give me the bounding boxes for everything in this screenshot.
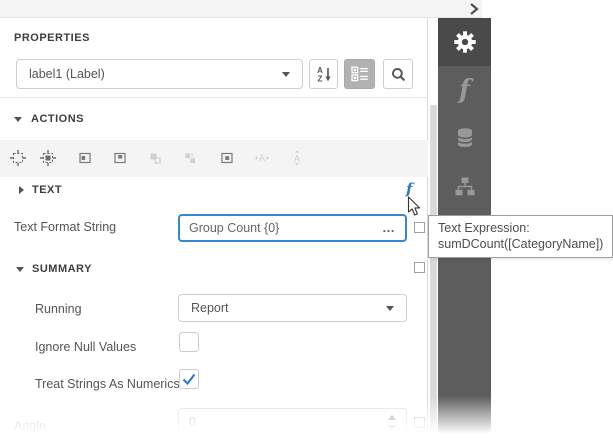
angle-value: 0	[189, 415, 388, 429]
sort-az-icon: A Z	[315, 65, 333, 83]
collapse-panel-button[interactable]	[466, 2, 482, 16]
center-vertically-icon: A	[289, 150, 305, 166]
bring-to-front-icon	[147, 150, 163, 166]
text-section-label: TEXT	[32, 184, 62, 196]
sidebar-item-expressions[interactable]: f	[438, 66, 491, 114]
svg-text:A: A	[259, 153, 265, 163]
summary-section-label: SUMMARY	[32, 263, 92, 275]
center-horizontally-button: A	[254, 150, 270, 166]
collapse-triangle-icon	[14, 117, 22, 122]
hierarchy-icon	[455, 177, 475, 196]
fit-bounds-to-container-icon	[40, 150, 56, 166]
center-in-container-button[interactable]	[219, 150, 235, 166]
angle-input[interactable]: 0	[178, 408, 407, 436]
angle-spinner[interactable]	[388, 415, 396, 430]
properties-panel: PROPERTIES label1 (Label) A Z	[0, 18, 428, 442]
control-selector-value: label1 (Label)	[29, 67, 282, 81]
report-designer-properties-panel: PROPERTIES label1 (Label) A Z	[0, 0, 613, 442]
search-icon	[390, 66, 407, 83]
sidebar-item-field-list[interactable]	[438, 114, 491, 162]
treat-strings-as-numerics-checkbox[interactable]	[179, 369, 199, 389]
center-vertically-button: A	[289, 150, 305, 166]
running-value: Report	[191, 301, 386, 315]
mouse-cursor	[407, 196, 422, 222]
divider	[0, 97, 428, 98]
sidebar-item-properties[interactable]	[438, 18, 491, 66]
panel-title: PROPERTIES	[14, 32, 90, 44]
arrow-cursor-icon	[407, 196, 422, 217]
running-label: Running	[35, 302, 82, 316]
align-left-button[interactable]	[77, 150, 93, 166]
summary-section-checkbox[interactable]	[414, 262, 425, 273]
send-to-back-button	[182, 150, 198, 166]
chevron-down-icon	[282, 72, 290, 77]
text-section-header[interactable]: TEXT	[19, 184, 62, 196]
expression-tooltip: Text Expression: sumDCount([CategoryName…	[428, 215, 613, 258]
running-dropdown[interactable]: Report	[178, 294, 407, 322]
send-to-back-icon	[182, 150, 198, 166]
align-left-icon	[77, 150, 93, 166]
text-expression-indicator-icon[interactable]: f	[406, 182, 412, 197]
center-in-container-icon	[219, 150, 235, 166]
search-properties-button[interactable]	[383, 59, 413, 89]
bring-to-front-button	[147, 150, 163, 166]
fit-bounds-to-text-button[interactable]	[10, 150, 26, 166]
ignore-null-values-label: Ignore Null Values	[35, 340, 136, 354]
chevron-right-icon	[466, 2, 482, 16]
function-icon: f	[459, 77, 470, 103]
summary-section-header[interactable]: SUMMARY	[16, 263, 92, 275]
gear-icon	[453, 30, 477, 54]
text-format-string-checkbox[interactable]	[414, 222, 425, 233]
collapse-triangle-icon	[16, 267, 24, 272]
fit-bounds-to-text-icon	[10, 150, 26, 166]
tooltip-line-2: sumDCount([CategoryName])	[438, 236, 603, 252]
tooltip-line-1: Text Expression:	[438, 220, 603, 236]
spinner-up-icon[interactable]	[388, 415, 396, 420]
actions-section-header[interactable]: ACTIONS	[14, 113, 84, 125]
actions-section-label: ACTIONS	[31, 113, 84, 125]
center-horizontally-icon: A	[254, 150, 270, 166]
checkmark-icon	[180, 370, 198, 388]
text-format-string-input[interactable]: Group Count {0} …	[178, 214, 407, 242]
ignore-null-values-checkbox[interactable]	[179, 332, 199, 352]
svg-text:Z: Z	[317, 75, 322, 84]
angle-label: Angle	[14, 419, 46, 433]
spinner-down-icon[interactable]	[388, 425, 396, 430]
fit-bounds-to-container-button[interactable]	[40, 150, 56, 166]
expand-triangle-icon	[19, 186, 24, 194]
sidebar-item-report-explorer[interactable]	[438, 162, 491, 210]
text-format-string-value: Group Count {0}	[189, 221, 382, 235]
svg-text:A: A	[294, 154, 300, 164]
panel-scrollbar[interactable]	[430, 105, 437, 430]
align-top-button[interactable]	[112, 150, 128, 166]
property-grid-view-button[interactable]	[344, 59, 375, 89]
property-grid-icon	[351, 66, 369, 82]
open-editor-button[interactable]: …	[382, 223, 396, 233]
database-icon	[455, 126, 475, 150]
actions-toolbar: A A	[0, 140, 428, 177]
sort-az-button[interactable]: A Z	[309, 59, 338, 89]
text-format-string-label: Text Format String	[14, 220, 116, 234]
panel-header-strip	[0, 0, 482, 18]
angle-checkbox[interactable]	[414, 417, 425, 428]
treat-strings-as-numerics-label: Treat Strings As Numerics	[35, 377, 180, 391]
chevron-down-icon	[386, 306, 394, 311]
align-top-icon	[112, 150, 128, 166]
control-selector-dropdown[interactable]: label1 (Label)	[16, 59, 303, 89]
